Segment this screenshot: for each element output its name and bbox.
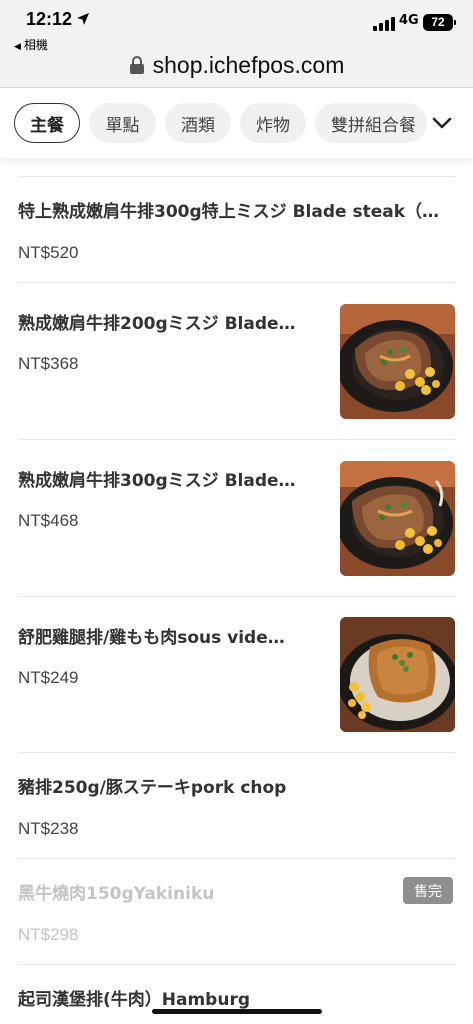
tab-a-la-carte[interactable]: 單點 xyxy=(89,103,156,143)
item-price: NT$520 xyxy=(18,243,79,262)
browser-chrome: 12:12 ◀ 相機 4G 72 shop.ichefpos.com xyxy=(0,0,473,88)
menu-item[interactable]: 熟成嫩肩牛排200gミスジ Blade… NT$368 xyxy=(18,282,455,439)
item-price: NT$249 xyxy=(18,668,79,687)
item-name: 舒肥雞腿排/雞もも肉sous vide… xyxy=(18,628,285,648)
item-price: NT$298 xyxy=(18,925,79,944)
item-price: NT$368 xyxy=(18,354,79,373)
tab-combo[interactable]: 雙拼組合餐 xyxy=(315,103,427,143)
expand-categories-button[interactable] xyxy=(427,110,457,136)
menu-item[interactable]: 起司漢堡排(牛肉）Hamburg xyxy=(18,964,455,1024)
item-name: 起司漢堡排(牛肉）Hamburg xyxy=(18,990,251,1010)
sold-out-badge: 售完 xyxy=(403,877,453,904)
item-name: 豬排250g/豚ステーキpork chop xyxy=(18,778,287,798)
location-arrow-icon xyxy=(77,13,89,25)
battery-icon: 72 xyxy=(423,14,453,31)
category-tabs: 主餐 單點 酒類 炸物 雙拼組合餐 xyxy=(0,88,473,158)
battery-tip xyxy=(454,20,456,25)
home-indicator[interactable] xyxy=(152,1009,322,1014)
item-price: NT$468 xyxy=(18,511,79,530)
menu-item[interactable]: 熟成嫩肩牛排300gミスジ Blade… NT$468 xyxy=(18,439,455,596)
tab-fried[interactable]: 炸物 xyxy=(240,103,306,143)
menu-item[interactable]: 舒肥雞腿排/雞もも肉sous vide… NT$249 xyxy=(18,596,455,752)
menu-item[interactable]: 黑牛燒肉150gYakiniku 售完 NT$298 xyxy=(18,858,455,964)
item-name: 熟成嫩肩牛排200gミスジ Blade… xyxy=(18,314,296,334)
steak-photo xyxy=(340,304,455,419)
tab-alcohol[interactable]: 酒類 xyxy=(165,103,231,143)
address-bar[interactable]: shop.ichefpos.com xyxy=(0,50,473,80)
menu-item[interactable]: 豬排250g/豚ステーキpork chop NT$238 xyxy=(18,752,455,858)
tab-main-course[interactable]: 主餐 xyxy=(14,103,80,143)
chicken-photo xyxy=(340,617,455,732)
menu-item[interactable]: 特上熟成嫩肩牛排300g特上ミスジ Blade steak（… NT$520 xyxy=(18,176,455,282)
url-text: shop.ichefpos.com xyxy=(152,51,345,78)
chevron-down-icon xyxy=(432,117,452,129)
item-price: NT$238 xyxy=(18,819,79,838)
status-time: 12:12 xyxy=(26,9,73,29)
item-name: 黑牛燒肉150gYakiniku xyxy=(18,884,215,904)
steak-photo xyxy=(340,461,455,576)
network-type: 4G xyxy=(399,13,419,28)
signal-icon xyxy=(373,17,395,31)
lock-icon xyxy=(129,56,144,74)
item-name: 特上熟成嫩肩牛排300g特上ミスジ Blade steak（… xyxy=(18,202,439,222)
item-name: 熟成嫩肩牛排300gミスジ Blade… xyxy=(18,471,296,491)
